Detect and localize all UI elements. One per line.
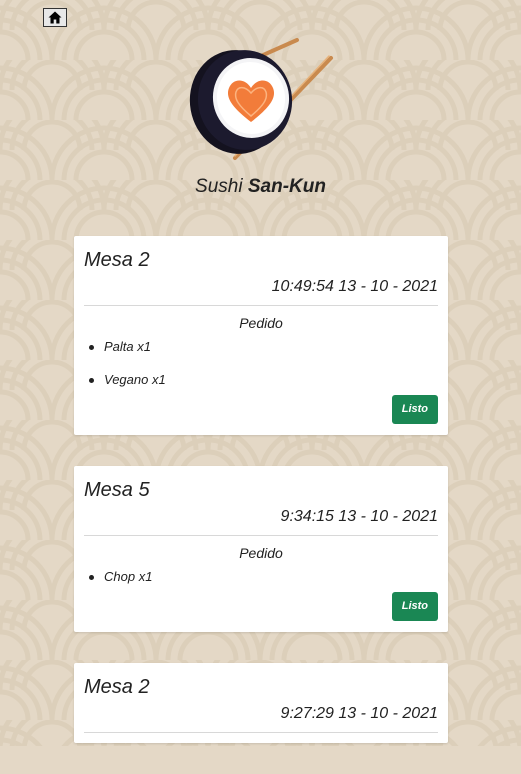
order-item-label: Palta x1 <box>104 339 151 354</box>
order-time: 9:27:29 13 - 10 - 2021 <box>84 704 438 733</box>
listo-button[interactable]: Listo <box>391 395 438 424</box>
orders-list: Mesa 2 10:49:54 13 - 10 - 2021 Pedido Pa… <box>74 236 448 774</box>
order-section-label: Pedido <box>239 315 283 331</box>
order-table: Mesa 2 <box>84 249 150 271</box>
order-card: Mesa 5 9:34:15 13 - 10 - 2021 Pedido Cho… <box>74 466 448 632</box>
order-table: Mesa 2 <box>84 676 150 698</box>
order-item: Palta x1 <box>84 338 438 356</box>
order-time: 10:49:54 13 - 10 - 2021 <box>84 277 438 306</box>
bullet-icon <box>89 378 94 383</box>
order-item: Vegano x1 <box>84 371 438 389</box>
home-icon <box>48 11 62 24</box>
listo-button[interactable]: Listo <box>391 592 438 621</box>
order-items: Palta x1 Vegano x1 <box>84 338 438 389</box>
bullet-icon <box>89 345 94 350</box>
order-time: 9:34:15 13 - 10 - 2021 <box>84 507 438 536</box>
order-footer: Listo <box>84 592 438 622</box>
order-card: Mesa 2 10:49:54 13 - 10 - 2021 Pedido Pa… <box>74 236 448 435</box>
order-footer: Listo <box>84 395 438 425</box>
home-button[interactable] <box>43 8 67 27</box>
brand-name: San-Kun <box>247 176 326 197</box>
order-card: Mesa 2 9:27:29 13 - 10 - 2021 <box>74 663 448 743</box>
bullet-icon <box>89 575 94 580</box>
brand-title: Sushi San-Kun <box>0 176 521 198</box>
order-items: Chop x1 <box>84 568 438 586</box>
brand-prefix: Sushi <box>195 176 243 197</box>
order-item-label: Vegano x1 <box>104 372 166 387</box>
order-section-label: Pedido <box>239 545 283 561</box>
order-item: Chop x1 <box>84 568 438 586</box>
sushi-roll-logo <box>189 38 333 160</box>
order-item-label: Chop x1 <box>104 569 153 584</box>
order-table: Mesa 5 <box>84 479 150 501</box>
